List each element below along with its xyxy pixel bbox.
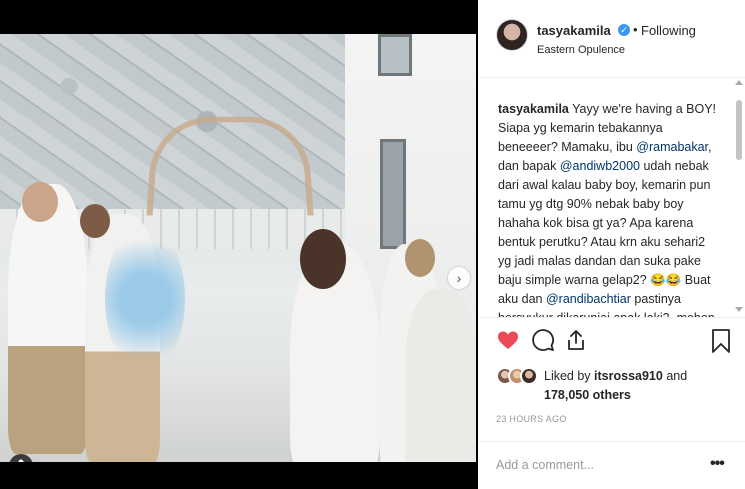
- scrollbar-thumb[interactable]: [736, 100, 742, 160]
- post-timestamp[interactable]: 23 HOURS AGO: [496, 414, 567, 424]
- others-count-link[interactable]: 178,050 others: [544, 388, 631, 402]
- share-button[interactable]: [564, 328, 588, 354]
- comment-icon: [532, 329, 554, 351]
- caption-scroll-area[interactable]: tasyakamila Yayy we're having a BOY! Sia…: [478, 78, 745, 318]
- person-man-left: [8, 184, 88, 454]
- carousel-next-button[interactable]: ›: [448, 267, 470, 289]
- person-head: [405, 239, 435, 277]
- following-button[interactable]: Following: [641, 23, 696, 38]
- caption-text: udah nebak dari awal kalau baby boy, kem…: [498, 159, 711, 306]
- caption-username[interactable]: tasyakamila: [498, 102, 569, 116]
- liked-by-prefix: Liked by: [544, 369, 595, 383]
- liked-by-and: and: [662, 369, 688, 383]
- share-icon: [568, 330, 584, 350]
- action-bar: [496, 328, 736, 358]
- person-head: [22, 182, 58, 222]
- comment-input[interactable]: [496, 458, 696, 472]
- mention-link[interactable]: @ramabakar: [636, 140, 708, 154]
- comment-bar: •••: [478, 441, 745, 489]
- heart-icon: [498, 331, 518, 349]
- more-options-icon[interactable]: •••: [710, 455, 725, 473]
- person-woman-right: [405, 289, 476, 462]
- bookmark-icon: [712, 329, 730, 353]
- author-username[interactable]: tasyakamila: [537, 23, 611, 38]
- liked-by-text: Liked by itsrossa910 and 178,050 others: [544, 367, 734, 405]
- likes-summary: Liked by itsrossa910 and 178,050 others: [496, 365, 736, 405]
- blue-powder-burst: [105, 224, 185, 374]
- post-header: tasyakamila ✓ • Following Eastern Opulen…: [478, 0, 745, 78]
- window: [380, 139, 406, 249]
- save-button[interactable]: [710, 328, 734, 354]
- post-photo[interactable]: ›: [0, 34, 476, 462]
- mention-link[interactable]: @andiwb2000: [560, 159, 640, 173]
- comment-button[interactable]: [531, 328, 555, 354]
- post-modal: › tasyakamila ✓ • Following Eastern Opul…: [0, 0, 745, 489]
- post-caption: tasyakamila Yayy we're having a BOY! Sia…: [498, 100, 718, 317]
- avatar[interactable]: [496, 19, 528, 51]
- location-link[interactable]: Eastern Opulence: [537, 44, 625, 56]
- mention-link[interactable]: @randibachtiar: [546, 292, 631, 306]
- avatar[interactable]: [520, 367, 538, 385]
- scroll-up-arrow-icon[interactable]: [735, 80, 743, 85]
- first-liker-link[interactable]: itsrossa910: [594, 369, 663, 383]
- person-head: [300, 229, 346, 289]
- post-side-panel: tasyakamila ✓ • Following Eastern Opulen…: [478, 0, 745, 489]
- person-icon: [18, 459, 24, 462]
- chevron-right-icon: ›: [456, 270, 462, 286]
- separator-dot: •: [633, 22, 638, 37]
- like-button[interactable]: [496, 328, 520, 354]
- flower-arch: [146, 116, 314, 216]
- window: [378, 34, 412, 76]
- person-head: [80, 204, 110, 238]
- scroll-down-arrow-icon[interactable]: [735, 307, 743, 312]
- verified-badge-icon: ✓: [618, 24, 630, 36]
